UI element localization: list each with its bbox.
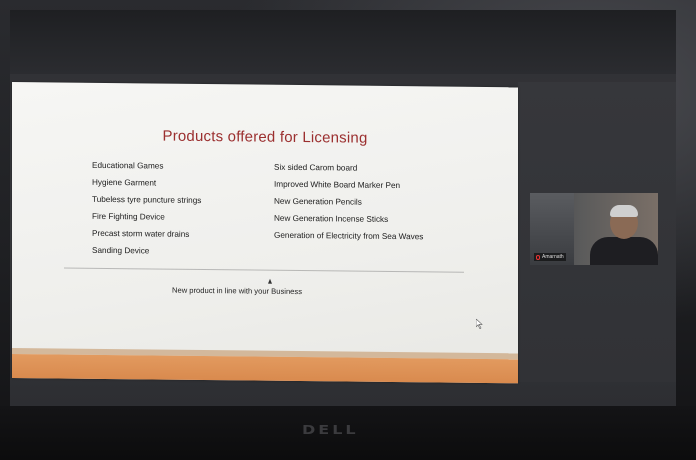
mouse-pointer-icon <box>476 318 483 329</box>
list-item: Improved White Board Marker Pen <box>274 179 401 191</box>
list-item: Educational Games <box>92 160 164 171</box>
slide-title: Products offered for Licensing <box>162 127 368 147</box>
list-item: Fire Fighting Device <box>92 211 165 222</box>
screen-top-area <box>10 10 676 74</box>
list-item: Sanding Device <box>92 245 150 256</box>
list-item: New Generation Pencils <box>274 196 362 207</box>
participant-body <box>590 237 658 265</box>
list-item: Precast storm water drains <box>92 228 190 239</box>
list-item: Generation of Electricity from Sea Waves <box>274 230 424 242</box>
list-item: New Generation Incense Sticks <box>274 213 389 224</box>
slide-divider <box>64 267 464 273</box>
list-item: Six sided Carom board <box>274 162 358 173</box>
laser-pointer-mark <box>268 278 272 284</box>
list-item: Hygiene Garment <box>92 177 157 188</box>
left-product-list: Educational Games Hygiene Garment Tubele… <box>92 157 201 260</box>
participant-name-label: Amarnath <box>534 253 566 261</box>
mic-icon <box>536 254 540 260</box>
laptop-brand-logo: DELL <box>302 421 359 438</box>
presentation-slide: Products offered for Licensing Education… <box>12 82 518 384</box>
participant-video-tile[interactable]: Amarnath <box>530 193 658 265</box>
list-item: Tubeless tyre puncture strings <box>92 194 202 205</box>
right-product-list: Six sided Carom board Improved White Boa… <box>274 159 423 246</box>
participant-hair <box>610 205 638 217</box>
slide-tagline: New product in line with your Business <box>172 285 302 297</box>
participant-name: Amarnath <box>542 254 564 260</box>
